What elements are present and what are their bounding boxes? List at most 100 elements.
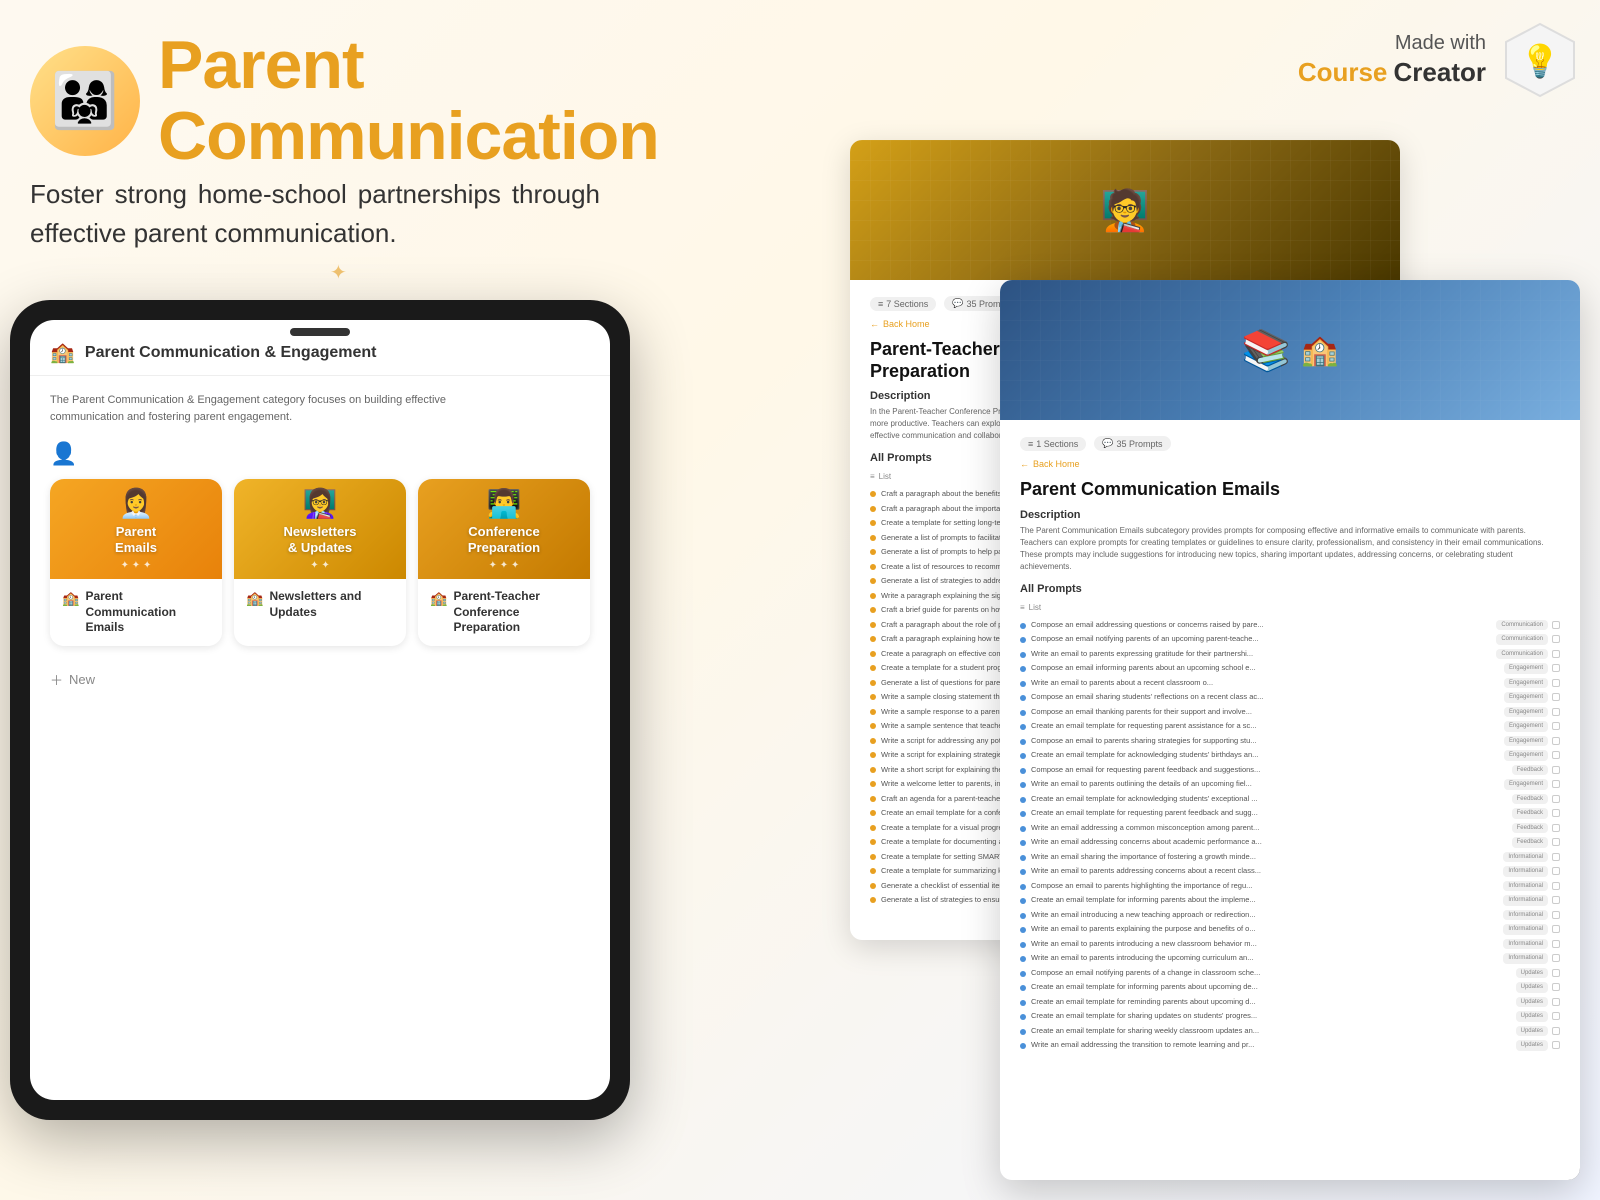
- card-1-image: 👩‍💼 ParentEmails ✦ ✦ ✦: [50, 479, 222, 579]
- prompt-dot: [1020, 826, 1026, 832]
- prompt-checkbox[interactable]: [1552, 708, 1560, 716]
- title-line1: Parent Communication: [158, 30, 659, 173]
- prompt-dot: [1020, 884, 1026, 890]
- prompt-checkbox[interactable]: [1552, 766, 1560, 774]
- doc-2-list-view: ≡ List: [1020, 603, 1560, 612]
- prompt-dot: [870, 491, 876, 497]
- prompt-checkbox[interactable]: [1552, 896, 1560, 904]
- cards-row: 👩‍💼 ParentEmails ✦ ✦ ✦ 🏫 Parent Communic…: [50, 479, 590, 646]
- prompt-tags: Engagement: [1504, 736, 1560, 746]
- doc2-prompt-19: Compose an email to parents highlighting…: [1020, 879, 1560, 894]
- prompt-checkbox[interactable]: [1552, 925, 1560, 933]
- prompt-dot: [870, 854, 876, 860]
- prompt-dot: [870, 636, 876, 642]
- prompt-dot: [1020, 913, 1026, 919]
- doc-parent-emails: 📚 🏫 ≡ 1 Sections 💬 35 Prompts ← Back Hom…: [1000, 280, 1580, 1180]
- prompt-checkbox[interactable]: [1552, 780, 1560, 788]
- doc-1-hero-icon: 🧑‍🏫: [1100, 187, 1150, 234]
- prompt-dot: [1020, 1029, 1026, 1035]
- prompt-checkbox[interactable]: [1552, 1027, 1560, 1035]
- prompt-checkbox[interactable]: [1552, 679, 1560, 687]
- prompt-dot: [870, 549, 876, 555]
- prompt-tags: Feedback: [1512, 823, 1560, 833]
- header-icon: 👨‍👩‍👧: [30, 46, 140, 156]
- tablet-category-title: Parent Communication & Engagement: [85, 344, 377, 362]
- new-button[interactable]: ＋ New: [50, 662, 590, 697]
- prompt-tags: Informational: [1503, 881, 1560, 891]
- doc2-prompt-20: Create an email template for informing p…: [1020, 893, 1560, 908]
- card-2-title: Newsletters& Updates: [276, 524, 365, 555]
- prompt-checkbox[interactable]: [1552, 737, 1560, 745]
- prompt-dot: [1020, 811, 1026, 817]
- new-label: New: [69, 672, 95, 687]
- prompt-checkbox[interactable]: [1552, 954, 1560, 962]
- doc-2-body: ≡ 1 Sections 💬 35 Prompts ← Back Home Pa…: [1000, 420, 1580, 1069]
- prompt-checkbox[interactable]: [1552, 998, 1560, 1006]
- prompt-checkbox[interactable]: [1552, 722, 1560, 730]
- prompt-dot: [870, 839, 876, 845]
- prompt-checkbox[interactable]: [1552, 853, 1560, 861]
- subtitle: Foster strong home-school partnerships t…: [30, 175, 600, 253]
- prompt-dot: [870, 622, 876, 628]
- prompt-checkbox[interactable]: [1552, 635, 1560, 643]
- prompt-checkbox[interactable]: [1552, 969, 1560, 977]
- card-1-title: ParentEmails: [107, 524, 165, 555]
- prompt-checkbox[interactable]: [1552, 940, 1560, 948]
- prompt-dot: [870, 796, 876, 802]
- prompt-checkbox[interactable]: [1552, 983, 1560, 991]
- prompt-checkbox[interactable]: [1552, 1012, 1560, 1020]
- prompt-tags: Updates: [1516, 968, 1560, 978]
- card-parent-emails[interactable]: 👩‍💼 ParentEmails ✦ ✦ ✦ 🏫 Parent Communic…: [50, 479, 222, 646]
- doc-2-title: Parent Communication Emails: [1020, 479, 1560, 501]
- card-conference[interactable]: 👨‍💻 ConferencePreparation ✦ ✦ ✦ 🏫 Parent…: [418, 479, 590, 646]
- prompt-checkbox[interactable]: [1552, 751, 1560, 759]
- prompt-dot: [870, 651, 876, 657]
- doc-2-description: The Parent Communication Emails subcateg…: [1020, 525, 1560, 573]
- prompt-checkbox[interactable]: [1552, 838, 1560, 846]
- prompt-checkbox[interactable]: [1552, 809, 1560, 817]
- doc2-prompt-28: Create an email template for sharing upd…: [1020, 1009, 1560, 1024]
- doc-2-desc-heading: Description: [1020, 509, 1560, 521]
- prompt-dot: [870, 738, 876, 744]
- prompt-dot: [870, 868, 876, 874]
- doc-2-back-link[interactable]: ← Back Home: [1020, 459, 1560, 469]
- doc-2-meta-sections: ≡ 1 Sections: [1020, 437, 1086, 451]
- prompt-dot: [1020, 956, 1026, 962]
- prompt-dot: [870, 709, 876, 715]
- prompt-checkbox[interactable]: [1552, 911, 1560, 919]
- doc2-prompt-30: Write an email addressing the transition…: [1020, 1038, 1560, 1053]
- prompt-tags: Informational: [1503, 866, 1560, 876]
- prompt-checkbox[interactable]: [1552, 824, 1560, 832]
- prompt-checkbox[interactable]: [1552, 664, 1560, 672]
- card-2-person: 👩‍🏫: [303, 487, 338, 520]
- doc2-prompt-2: Compose an email notifying parents of an…: [1020, 632, 1560, 647]
- prompt-tags: Engagement: [1504, 779, 1560, 789]
- prompt-checkbox[interactable]: [1552, 1041, 1560, 1049]
- tablet-screen: 🏫 Parent Communication & Engagement The …: [30, 320, 610, 1100]
- prompt-dot: [1020, 652, 1026, 658]
- prompt-checkbox[interactable]: [1552, 650, 1560, 658]
- prompt-checkbox[interactable]: [1552, 693, 1560, 701]
- prompt-tags: Engagement: [1504, 721, 1560, 731]
- plus-icon: ＋: [50, 670, 63, 689]
- prompt-dot: [1020, 1000, 1026, 1006]
- prompt-tags: Informational: [1503, 910, 1560, 920]
- prompt-checkbox[interactable]: [1552, 867, 1560, 875]
- prompt-dot: [870, 810, 876, 816]
- document-container: 🧑‍🏫 ≡ 7 Sections 💬 35 Prompts ← Back Hom…: [820, 80, 1600, 1130]
- doc2-prompt-3: Write an email to parents expressing gra…: [1020, 647, 1560, 662]
- doc-1-hero: 🧑‍🏫: [850, 140, 1400, 280]
- prompt-tags: Engagement: [1504, 692, 1560, 702]
- tablet-body: The Parent Communication & Engagement ca…: [30, 376, 610, 1100]
- prompt-checkbox[interactable]: [1552, 882, 1560, 890]
- card-newsletters[interactable]: 👩‍🏫 Newsletters& Updates ✦ ✦ 🏫 Newslette…: [234, 479, 406, 646]
- doc-2-prompts-heading: All Prompts: [1020, 583, 1560, 595]
- doc2-prompt-4: Compose an email informing parents about…: [1020, 661, 1560, 676]
- prompt-dot: [1020, 739, 1026, 745]
- prompt-checkbox[interactable]: [1552, 621, 1560, 629]
- prompt-dot: [1020, 782, 1026, 788]
- prompt-dot: [1020, 681, 1026, 687]
- prompt-tags: Informational: [1503, 895, 1560, 905]
- prompt-checkbox[interactable]: [1552, 795, 1560, 803]
- prompt-dot: [870, 897, 876, 903]
